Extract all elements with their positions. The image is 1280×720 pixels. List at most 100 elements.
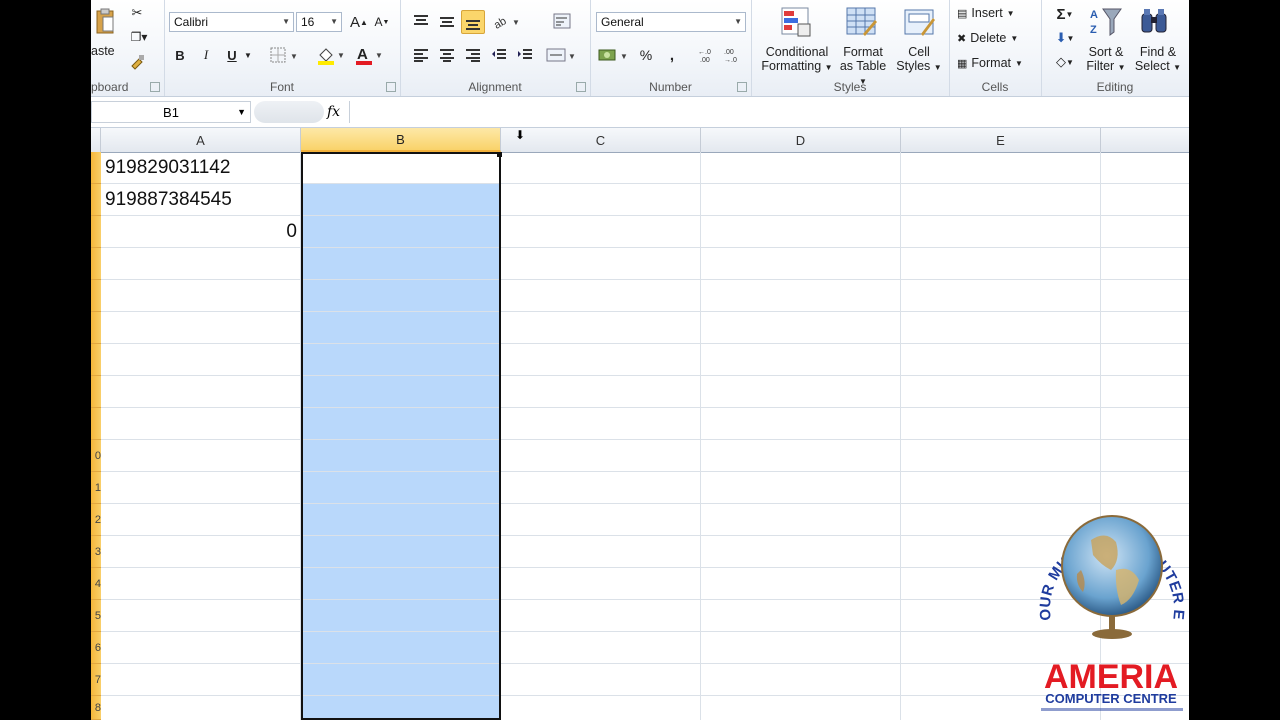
orientation-icon[interactable]: ab ▼	[492, 10, 522, 32]
chevron-down-icon[interactable]: ▼	[242, 44, 254, 66]
name-box[interactable]: B1 ▼	[91, 101, 251, 123]
insert-function-icon[interactable]: fx	[327, 104, 340, 120]
row-header[interactable]	[91, 408, 101, 440]
fill-button[interactable]: ⬇ ▼	[1049, 28, 1081, 48]
row-header[interactable]	[91, 280, 101, 312]
insert-button[interactable]: ▤ Insert ▼	[957, 6, 1015, 20]
column-header-e[interactable]: E	[901, 128, 1101, 152]
find-select-icon[interactable]	[1137, 4, 1173, 40]
row-header-13[interactable]: 3	[91, 536, 101, 568]
number-launcher-icon[interactable]	[737, 82, 747, 92]
chevron-down-icon: ▼	[282, 17, 290, 26]
font-launcher-icon[interactable]	[386, 82, 396, 92]
wrap-text-icon[interactable]	[550, 10, 574, 32]
column-header-f[interactable]	[1101, 128, 1189, 152]
bold-button[interactable]: B	[170, 44, 190, 66]
row-header-14[interactable]: 4	[91, 568, 101, 600]
merge-center-icon[interactable]: ▼	[544, 44, 578, 66]
cut-icon[interactable]: ✂	[127, 4, 147, 22]
cell-a3[interactable]: 0	[101, 216, 297, 248]
row-header[interactable]	[91, 344, 101, 376]
format-painter-icon[interactable]	[127, 52, 147, 72]
row-header[interactable]	[91, 248, 101, 280]
copy-icon[interactable]: ❐▾	[125, 28, 153, 46]
align-center-icon[interactable]	[435, 44, 459, 66]
delete-button[interactable]: ✖ Delete ▼	[957, 31, 1018, 45]
row-header-16[interactable]: 6	[91, 632, 101, 664]
select-all-corner[interactable]	[91, 128, 101, 152]
number-format-combo[interactable]: General ▼	[596, 12, 746, 32]
eraser-icon: ◇	[1056, 54, 1067, 69]
format-as-table-icon[interactable]	[843, 4, 879, 40]
fill-handle[interactable]	[497, 152, 502, 157]
paste-label[interactable]: aste	[91, 44, 115, 58]
alignment-group-label: Alignment	[468, 80, 522, 94]
row-header-15[interactable]: 5	[91, 600, 101, 632]
align-middle-icon[interactable]	[435, 10, 459, 32]
svg-text:A: A	[1090, 9, 1098, 21]
comma-style-button[interactable]: ,	[662, 44, 682, 66]
grow-font-button[interactable]: A ▲	[348, 12, 370, 32]
conditional-formatting-label-2: Formatting	[761, 59, 822, 73]
format-as-table-label-2: as Table	[839, 59, 887, 73]
shrink-font-button[interactable]: A ▼	[371, 12, 393, 32]
cell-a1[interactable]: 919829031142	[105, 152, 301, 184]
underline-button[interactable]: U	[222, 44, 242, 66]
row-header[interactable]	[91, 152, 101, 184]
increase-indent-icon[interactable]	[513, 44, 537, 66]
column-header-c[interactable]: C	[501, 128, 701, 152]
align-left-icon[interactable]	[409, 44, 433, 66]
chevron-down-icon: ▼	[237, 107, 246, 117]
svg-text:▼: ▼	[290, 52, 298, 61]
font-family-combo[interactable]: Calibri ▼	[169, 12, 294, 32]
row-gridline	[101, 279, 1189, 280]
formula-bar-expander	[254, 101, 324, 123]
borders-icon[interactable]: ▼	[268, 44, 302, 66]
clipboard-launcher-icon[interactable]	[150, 82, 160, 92]
fill-color-icon[interactable]: ▼	[314, 44, 348, 66]
align-top-icon[interactable]	[409, 10, 433, 32]
increase-decimal-icon[interactable]: ←.0.00	[696, 44, 720, 66]
alignment-launcher-icon[interactable]	[576, 82, 586, 92]
accounting-format-icon[interactable]: ▼	[596, 44, 630, 66]
row-header[interactable]	[91, 376, 101, 408]
chevron-down-icon: ▼	[330, 17, 338, 26]
formula-input[interactable]	[349, 101, 1189, 123]
row-header[interactable]	[91, 184, 101, 216]
find-select-button[interactable]: Find & Select ▼	[1131, 45, 1185, 75]
decrease-decimal-icon[interactable]: .00 →.0	[722, 44, 746, 66]
cell-styles-button[interactable]: Cell Styles ▼	[891, 45, 947, 75]
format-cells-button[interactable]: ▦ Format ▼	[957, 56, 1023, 70]
row-header-18[interactable]: 8	[91, 696, 101, 720]
conditional-formatting-icon[interactable]	[779, 4, 813, 40]
column-header-a[interactable]: A	[101, 128, 301, 152]
cell-a2[interactable]: 919887384545	[105, 184, 301, 216]
row-header[interactable]	[91, 216, 101, 248]
row-header[interactable]	[91, 312, 101, 344]
cell-styles-icon[interactable]	[901, 4, 937, 40]
align-bottom-icon[interactable]	[461, 10, 485, 34]
font-color-icon[interactable]: A ▼	[352, 44, 386, 66]
row-header-10[interactable]: 0	[91, 440, 101, 472]
row-gridline	[101, 407, 1189, 408]
paste-icon[interactable]	[91, 4, 119, 38]
autosum-button[interactable]: Σ ▼	[1049, 4, 1081, 24]
decrease-indent-icon[interactable]	[487, 44, 511, 66]
conditional-formatting-button[interactable]: Conditional Formatting ▼	[755, 45, 839, 75]
clear-button[interactable]: ◇ ▼	[1049, 52, 1081, 72]
column-header-b[interactable]: B	[301, 128, 501, 152]
column-header-d[interactable]: D	[701, 128, 901, 152]
row-header-12[interactable]: 2	[91, 504, 101, 536]
row-gridline	[101, 343, 1189, 344]
italic-button[interactable]: I	[196, 44, 216, 66]
font-size-combo[interactable]: 16 ▼	[296, 12, 342, 32]
svg-text:.00: .00	[700, 57, 710, 64]
mouse-pointer-icon: ⬇	[515, 128, 526, 142]
sort-filter-button[interactable]: Sort & Filter ▼	[1081, 45, 1131, 75]
align-right-icon[interactable]	[461, 44, 485, 66]
row-header-11[interactable]: 1	[91, 472, 101, 504]
row-header-17[interactable]: 7	[91, 664, 101, 696]
editing-group: Σ ▼ ⬇ ▼ ◇ ▼ AZ Sort & Filter ▼ Find & Selec…	[1041, 0, 1189, 96]
sort-filter-icon[interactable]: AZ	[1087, 4, 1123, 40]
percent-style-button[interactable]: %	[636, 44, 656, 66]
